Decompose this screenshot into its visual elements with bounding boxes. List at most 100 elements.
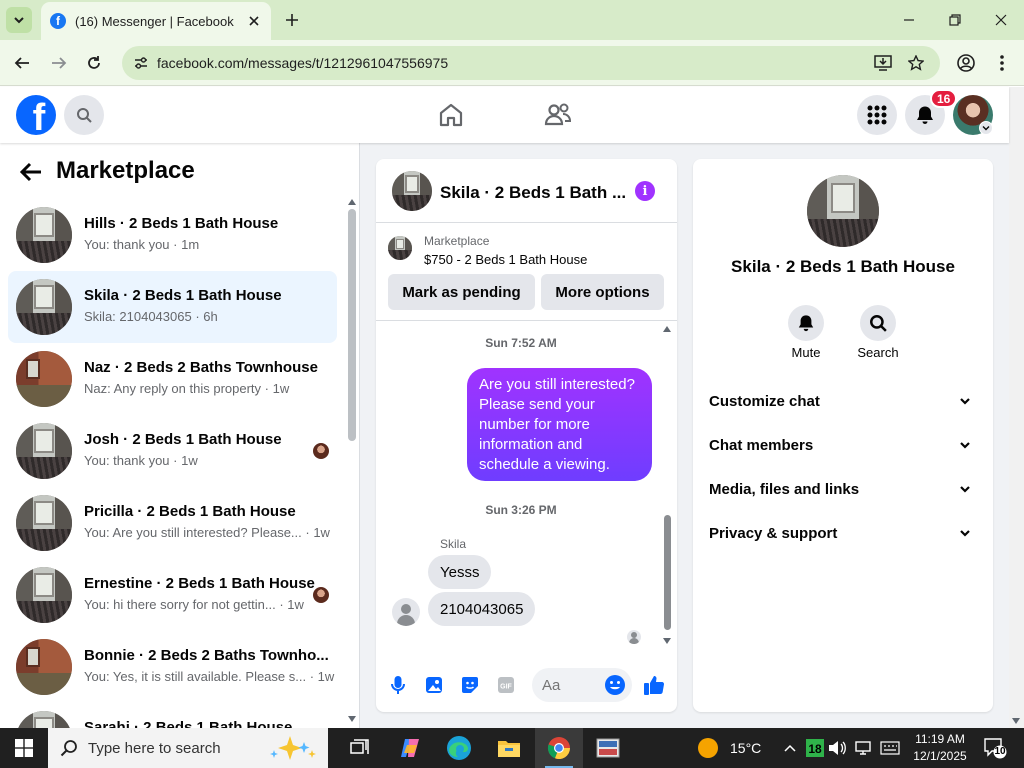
bookmark-star-icon[interactable] — [906, 53, 926, 73]
seen-avatar — [313, 443, 329, 459]
conversation-item[interactable]: Ernestine · 2 Beds 1 Bath House You: hi t… — [8, 559, 337, 631]
forward-button[interactable] — [48, 52, 70, 74]
chrome-taskbar-icon[interactable] — [535, 728, 583, 768]
listing-thumbnail — [16, 423, 72, 479]
search-facebook-button[interactable] — [64, 95, 104, 135]
bell-icon — [798, 315, 814, 332]
mark-as-pending-button[interactable]: Mark as pending — [388, 274, 535, 310]
page-scrollbar[interactable] — [1009, 87, 1024, 728]
network-icon[interactable] — [853, 738, 873, 758]
conversation-item[interactable]: Sarahi · 2 Beds 1 Bath House — [8, 703, 337, 728]
taskbar-search-box[interactable]: Type here to search — [48, 728, 328, 768]
details-section-privacy-support[interactable]: Privacy & support — [701, 513, 985, 553]
chat-listing-avatar[interactable] — [392, 171, 432, 211]
home-nav-icon[interactable] — [435, 99, 467, 131]
scroll-down-arrow[interactable] — [1012, 718, 1020, 724]
sticker-icon[interactable] — [459, 674, 481, 696]
scrollbar-thumb[interactable] — [664, 515, 671, 630]
tab-search-button[interactable] — [6, 7, 32, 33]
profile-button[interactable] — [955, 52, 977, 74]
tab-close-icon[interactable] — [245, 12, 263, 30]
keyboard-icon[interactable] — [880, 738, 900, 758]
chat-header[interactable]: Skila · 2 Beds 1 Bath ... i — [376, 159, 677, 223]
install-app-icon[interactable] — [873, 53, 893, 73]
conversation-scrollbar[interactable] — [345, 199, 359, 728]
listing-price-title[interactable]: $750 - 2 Beds 1 Bath House — [424, 252, 587, 267]
browser-menu-button[interactable] — [991, 52, 1013, 74]
conversation-item[interactable]: Josh · 2 Beds 1 Bath House You: thank you… — [8, 415, 337, 487]
pinned-app-icon[interactable] — [584, 728, 632, 768]
search-in-conversation-button[interactable]: Search — [848, 305, 908, 360]
clock-date: 12/1/2025 — [913, 749, 967, 763]
listing-thumbnail — [16, 351, 72, 407]
scrollbar-thumb[interactable] — [348, 209, 356, 441]
friends-nav-icon[interactable] — [542, 99, 574, 131]
conversation-preview: You: Yes, it is still available. Please … — [84, 669, 335, 684]
edge-browser-icon[interactable] — [435, 728, 483, 768]
back-arrow-icon[interactable] — [18, 159, 44, 185]
chevron-up-icon[interactable] — [780, 738, 800, 758]
scroll-up-arrow[interactable] — [348, 199, 356, 205]
details-section-chat-members[interactable]: Chat members — [701, 425, 985, 465]
scroll-up-arrow[interactable] — [663, 326, 671, 332]
close-window-button[interactable] — [991, 10, 1011, 30]
volume-icon[interactable] — [827, 738, 847, 758]
svg-text:GIF: GIF — [500, 684, 512, 691]
conversation-name: Naz · 2 Beds 2 Baths Townhouse — [84, 359, 318, 376]
section-label: Privacy & support — [709, 525, 838, 542]
weather-sun-icon[interactable] — [698, 738, 718, 758]
address-bar[interactable]: facebook.com/messages/t/1212961047556975 — [122, 46, 940, 80]
start-button[interactable] — [0, 728, 48, 768]
details-section-media-files-and-links[interactable]: Media, files and links — [701, 469, 985, 509]
photo-icon[interactable] — [423, 674, 445, 696]
incoming-message-bubble[interactable]: 2104043065 — [428, 592, 536, 626]
copilot-icon[interactable] — [386, 728, 434, 768]
chat-scrollbar[interactable] — [661, 322, 675, 644]
menu-grid-button[interactable] — [857, 95, 897, 135]
incoming-message-bubble[interactable]: Yesss — [428, 555, 492, 589]
conversation-item[interactable]: Skila · 2 Beds 1 Bath House Skila: 210404… — [8, 271, 337, 343]
message-input[interactable] — [542, 676, 602, 694]
conversation-item[interactable]: Pricilla · 2 Beds 1 Bath House You: Are y… — [8, 487, 337, 559]
minimize-button[interactable] — [899, 10, 919, 30]
tray-app-icon[interactable]: 18 — [805, 738, 825, 758]
site-settings-icon[interactable] — [131, 53, 151, 73]
emoji-icon[interactable] — [604, 674, 626, 696]
conversation-item[interactable]: Bonnie · 2 Beds 2 Baths Townho... You: Ye… — [8, 631, 337, 703]
taskbar-search-placeholder: Type here to search — [88, 739, 221, 757]
facebook-logo[interactable]: f — [16, 95, 56, 135]
browser-tab[interactable]: f (16) Messenger | Facebook — [41, 2, 271, 40]
thumbs-up-icon[interactable] — [643, 674, 665, 696]
new-tab-button[interactable] — [282, 10, 302, 30]
conversation-preview: Skila: 2104043065 · 6h — [84, 309, 218, 324]
notification-center-icon[interactable]: 10 — [983, 737, 1007, 759]
microphone-icon[interactable] — [387, 674, 409, 696]
marketplace-listing-card: Marketplace $750 - 2 Beds 1 Bath House M… — [376, 224, 677, 321]
mute-button[interactable]: Mute — [776, 305, 836, 360]
reload-button[interactable] — [83, 52, 105, 74]
details-avatar[interactable] — [807, 175, 879, 247]
scroll-down-arrow[interactable] — [348, 716, 356, 722]
outgoing-message-bubble[interactable]: Are you still interested? Please send yo… — [467, 368, 652, 481]
system-clock[interactable]: 11:19 AM 12/1/2025 — [910, 731, 970, 765]
message-input-box[interactable] — [532, 668, 632, 702]
conversation-item[interactable]: Naz · 2 Beds 2 Baths Townhouse Naz: Any r… — [8, 343, 337, 415]
listing-thumbnail[interactable] — [388, 236, 412, 260]
info-icon[interactable]: i — [635, 181, 655, 201]
conversation-preview: You: thank you · 1w — [84, 453, 198, 468]
scroll-down-arrow[interactable] — [663, 638, 671, 644]
weather-temperature[interactable]: 15°C — [730, 740, 761, 756]
restore-button[interactable] — [945, 10, 965, 30]
sender-avatar[interactable] — [392, 598, 420, 626]
back-button[interactable] — [11, 52, 33, 74]
account-icon — [957, 54, 975, 72]
file-explorer-icon[interactable] — [485, 728, 533, 768]
chevron-down-icon[interactable] — [979, 121, 993, 135]
details-section-customize-chat[interactable]: Customize chat — [701, 381, 985, 421]
chat-title[interactable]: Skila · 2 Beds 1 Bath ... — [440, 183, 626, 203]
conversation-item[interactable]: Hills · 2 Beds 1 Bath House You: thank yo… — [8, 199, 337, 271]
task-view-icon[interactable] — [336, 728, 384, 768]
more-options-button[interactable]: More options — [541, 274, 664, 310]
gif-icon[interactable]: GIF — [495, 674, 517, 696]
grid-menu-icon — [867, 105, 887, 125]
